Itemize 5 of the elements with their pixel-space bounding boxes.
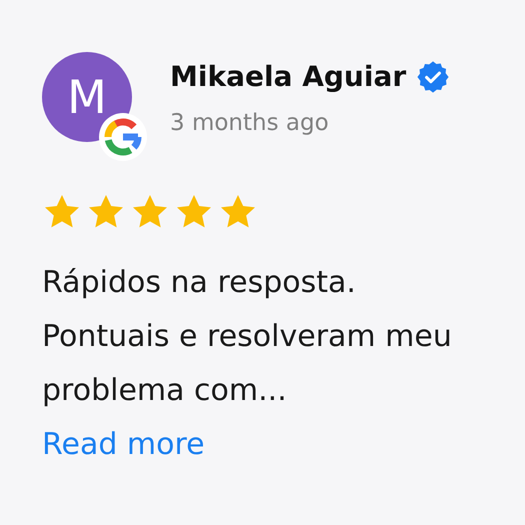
avatar-initial: M — [67, 68, 107, 126]
reviewer-name: Mikaela Aguiar — [170, 59, 406, 95]
read-more-link[interactable]: Read more — [42, 418, 205, 472]
review-time: 3 months ago — [170, 109, 330, 138]
review-text: Rápidos na resposta. Pontuais e resolveram meu problema com... — [42, 264, 453, 410]
